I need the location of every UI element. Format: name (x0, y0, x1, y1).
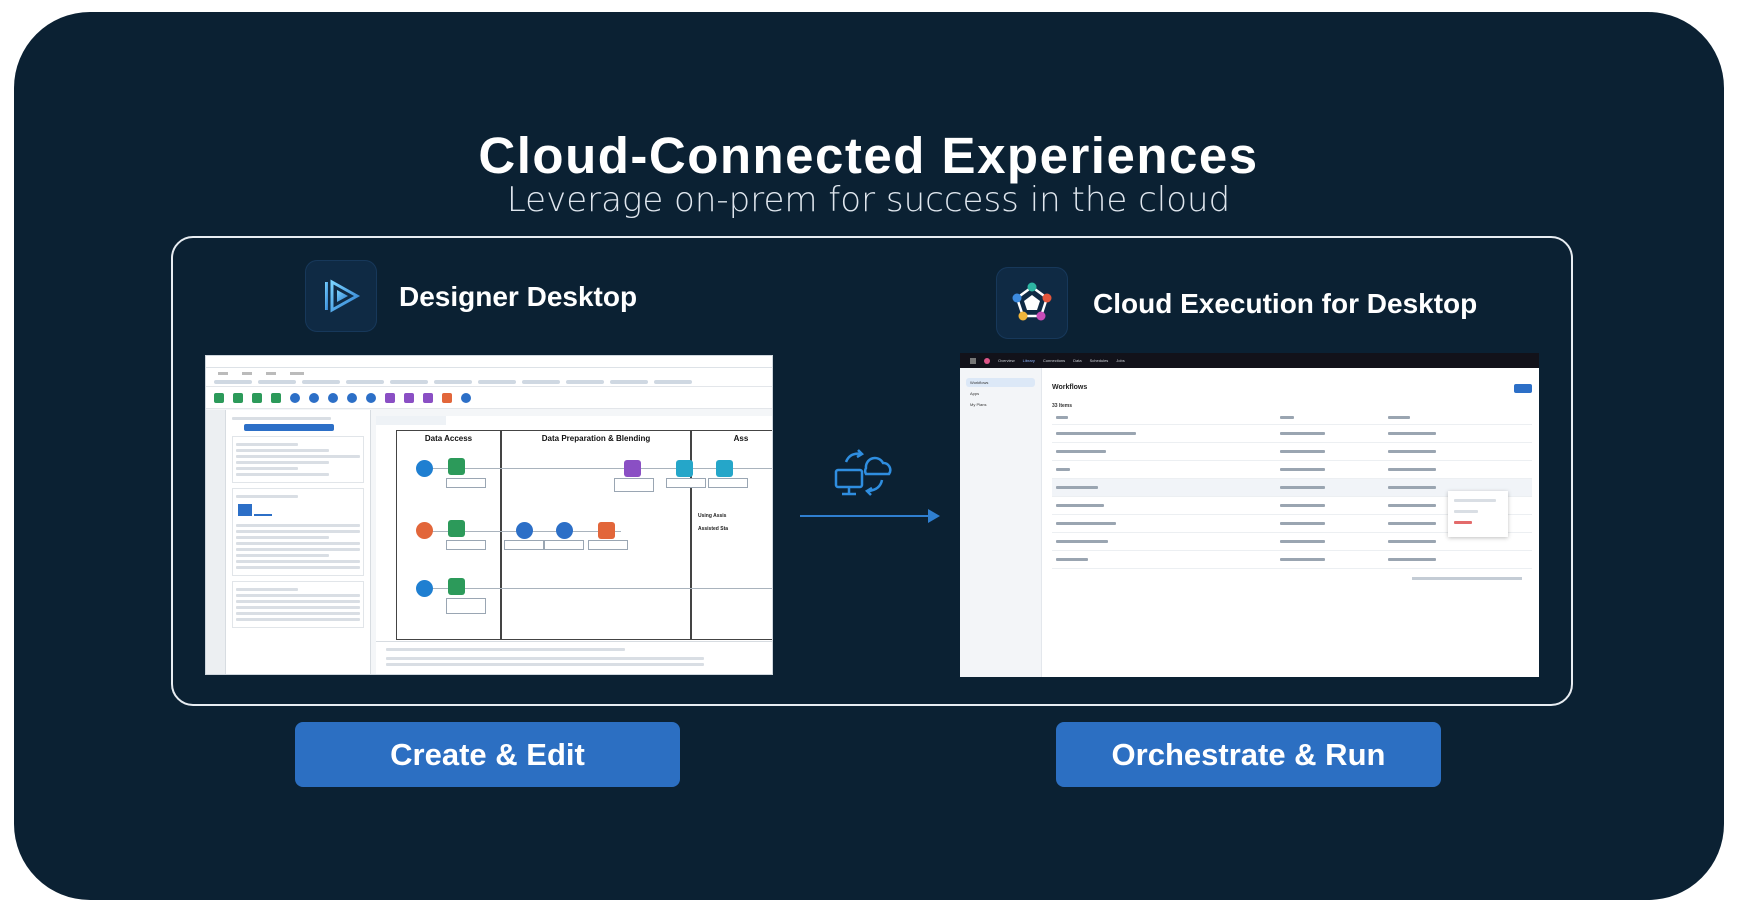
dd-workflow-tab (376, 416, 446, 425)
dd-workflow-canvas: Data Access Data Preparation & Blending … (376, 416, 772, 641)
dd-ribbon-tabs (206, 378, 772, 387)
designer-desktop-title: Designer Desktop (399, 281, 638, 312)
dd-menubar (206, 368, 772, 378)
input-book-icon (448, 458, 465, 475)
ce-topbar: Overview Library Connections Data Schedu… (960, 353, 1539, 368)
ce-context-menu (1448, 491, 1508, 537)
input-book-icon (448, 578, 465, 595)
ce-sidebar: Workflows Apps My Plans (960, 368, 1042, 677)
input-cloud-icon (416, 460, 433, 477)
cloud-desktop-sync-icon (830, 440, 900, 502)
prep-tool-icon (516, 522, 533, 539)
ce-main-content: Workflows 33 Items (1052, 368, 1532, 589)
create-edit-button[interactable]: Create & Edit (295, 722, 680, 787)
page-subtitle: Leverage on-prem for success in the clou… (506, 180, 1231, 220)
browse-tool-icon (676, 460, 693, 477)
pentagon-nodes-icon (996, 267, 1068, 339)
cloud-execution-screenshot: Overview Library Connections Data Schedu… (960, 353, 1539, 677)
dd-results-pane (376, 641, 772, 674)
input-db-icon (416, 522, 433, 539)
ce-new-button (1514, 384, 1532, 393)
input-book-icon (448, 520, 465, 537)
designer-play-icon (305, 260, 377, 332)
dd-titlebar (206, 356, 772, 368)
dd-tool-palette (206, 387, 772, 409)
output-tool-icon (716, 460, 733, 477)
dd-configuration-pane (226, 410, 371, 674)
prep-tool-icon (556, 522, 573, 539)
orchestrate-run-button[interactable]: Orchestrate & Run (1056, 722, 1441, 787)
arrow-head-icon (928, 509, 940, 523)
union-tool-icon (624, 460, 641, 477)
page-title: Cloud-Connected Experiences (478, 127, 1259, 184)
connector-arrow (800, 515, 930, 517)
designer-desktop-screenshot: Data Access Data Preparation & Blending … (205, 355, 773, 675)
cloud-execution-title: Cloud Execution for Desktop (1093, 288, 1478, 319)
join-tool-icon (598, 522, 615, 539)
dd-side-rail (206, 410, 226, 674)
input-cloud-icon (416, 580, 433, 597)
